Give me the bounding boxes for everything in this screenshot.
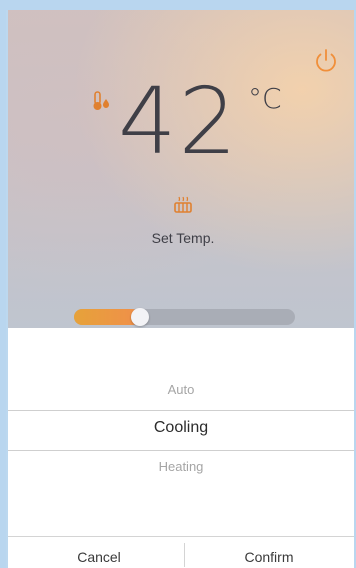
temperature-value: 42 [118,68,240,175]
thermometer-icon [92,90,112,112]
footer-divider [184,543,185,567]
mode-picker: Auto Cooling Heating Cancel Confirm [8,328,354,568]
mode-option-cooling[interactable]: Cooling [8,419,354,437]
confirm-button[interactable]: Confirm [194,549,344,565]
temperature-unit: °C [248,82,282,115]
picker-divider-bottom [8,450,354,451]
picker-footer: Cancel Confirm [8,536,354,568]
app-screen: 42 °C Set Temp. Auto Cooling Heating Can… [8,10,354,568]
slider-knob[interactable] [131,308,150,326]
set-temp-label: Set Temp. [151,230,215,246]
picker-divider-top [8,410,354,411]
mode-option-heating[interactable]: Heating [8,459,354,474]
cancel-button[interactable]: Cancel [24,549,174,565]
mode-option-auto[interactable]: Auto [8,382,354,397]
heater-icon [173,196,193,216]
thermostat-panel: 42 °C Set Temp. [8,10,354,328]
temperature-slider[interactable] [74,308,295,326]
power-icon[interactable] [312,46,340,74]
